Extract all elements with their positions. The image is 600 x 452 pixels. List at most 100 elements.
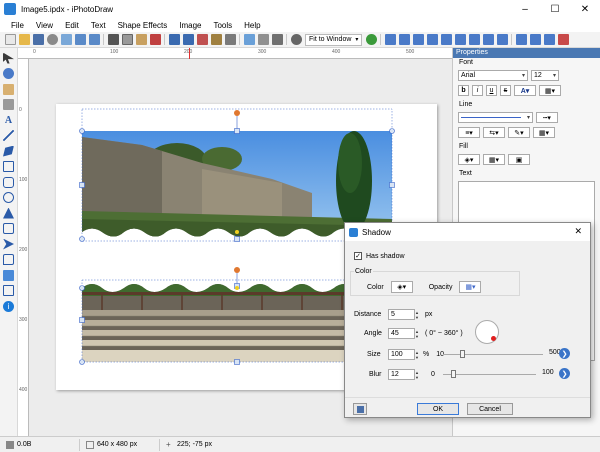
blur-slider-track[interactable] — [443, 374, 536, 375]
export-icon[interactable] — [60, 34, 72, 45]
paste-icon[interactable] — [135, 34, 147, 45]
menu-image[interactable]: Image — [173, 21, 207, 30]
zoom-tool-icon[interactable] — [3, 68, 14, 79]
save-icon[interactable] — [32, 34, 44, 45]
ellipse-tool-icon[interactable] — [3, 192, 14, 203]
delete-icon[interactable] — [149, 34, 161, 45]
arrow-tool-icon[interactable] — [3, 238, 14, 250]
eyedropper-icon[interactable] — [257, 34, 269, 45]
fill-icon[interactable] — [3, 99, 14, 110]
line-width-button[interactable]: ≡▾ — [458, 127, 480, 138]
underline-button[interactable]: u — [486, 85, 497, 96]
blur-input[interactable]: 12 ▲ ▼ — [388, 369, 419, 380]
cancel-button[interactable]: Cancel — [467, 403, 513, 415]
spin-arrows-icon[interactable]: ▲ ▼ — [415, 329, 420, 339]
info-icon[interactable]: i — [3, 300, 14, 312]
zoom-in-icon[interactable] — [365, 34, 377, 45]
hand-icon[interactable] — [3, 83, 14, 95]
line-tool-icon[interactable] — [3, 130, 14, 141]
blur-slider-thumb[interactable] — [451, 370, 457, 378]
triangle-tool-icon[interactable] — [3, 207, 14, 219]
align-top-icon[interactable] — [426, 34, 438, 45]
open-folder-icon[interactable] — [18, 34, 30, 45]
fill-pattern-button[interactable]: ▦▾ — [483, 154, 505, 165]
line-join-button[interactable]: ▦▾ — [533, 127, 555, 138]
group-icon[interactable] — [515, 34, 527, 45]
menu-text[interactable]: Text — [85, 21, 112, 30]
cut-icon[interactable] — [107, 34, 119, 45]
save-preset-button[interactable] — [353, 403, 367, 415]
maximize-button[interactable]: ☐ — [540, 0, 570, 18]
pointer-icon[interactable] — [3, 52, 14, 64]
menu-help[interactable]: Help — [238, 21, 266, 30]
bold-button[interactable]: b — [458, 85, 469, 96]
line-style-select[interactable]: ▾ — [458, 112, 533, 123]
size-input[interactable]: 100 ▲ ▼ — [388, 349, 419, 360]
menu-file[interactable]: File — [5, 21, 30, 30]
fill-image-button[interactable]: ▣ — [508, 154, 530, 165]
dialog-close-button[interactable]: ✕ — [574, 226, 582, 237]
align-middle-icon[interactable] — [440, 34, 452, 45]
size-apply-icon[interactable]: ❯ — [559, 348, 570, 359]
size-slider-track[interactable] — [443, 354, 543, 355]
align-left-icon[interactable] — [384, 34, 396, 45]
speech-bubble-icon[interactable] — [3, 254, 14, 265]
align-center-icon[interactable] — [398, 34, 410, 45]
ok-button[interactable]: OK — [417, 403, 459, 415]
zoom-select[interactable]: Fit to Window ▾ — [305, 33, 363, 46]
font-color-button[interactable]: A▾ — [514, 85, 536, 96]
menu-shape-effects[interactable]: Shape Effects — [112, 21, 174, 30]
shadow-opacity-button[interactable]: ▦▾ — [459, 281, 482, 293]
size-slider-thumb[interactable] — [460, 350, 465, 358]
rounded-rect-tool-icon[interactable] — [3, 176, 14, 188]
spin-arrows-icon[interactable]: ▲ ▼ — [415, 310, 420, 320]
spin-arrows-icon[interactable]: ▲ ▼ — [415, 350, 420, 360]
copy-icon[interactable] — [121, 34, 133, 45]
arrow-style-button[interactable]: ⇆▾ — [483, 127, 505, 138]
menu-tools[interactable]: Tools — [207, 21, 238, 30]
text-style-icon[interactable] — [271, 34, 283, 45]
line-color-button[interactable]: ✎▾ — [508, 127, 530, 138]
distance-input[interactable]: 5 ▲ ▼ — [388, 309, 419, 320]
text-tool-icon[interactable]: A — [3, 115, 14, 126]
send-back-icon[interactable] — [496, 34, 508, 45]
text-align-button[interactable]: ▦▾ — [539, 85, 561, 96]
envelope-icon[interactable] — [3, 285, 14, 296]
distribute-icon[interactable] — [468, 34, 480, 45]
blur-apply-icon[interactable]: ❯ — [559, 368, 570, 379]
adjust-icon[interactable] — [224, 34, 236, 45]
align-right-icon[interactable] — [412, 34, 424, 45]
has-shadow-checkbox[interactable]: ✓ — [354, 252, 362, 260]
lock-icon[interactable] — [543, 34, 555, 45]
rectangle-tool-icon[interactable] — [3, 161, 14, 172]
angle-dial[interactable] — [475, 320, 499, 344]
undo-icon[interactable] — [74, 34, 86, 45]
line-dash-button[interactable]: ┅▾ — [536, 112, 558, 123]
menu-edit[interactable]: Edit — [59, 21, 85, 30]
remove-icon[interactable] — [557, 34, 569, 45]
close-button[interactable]: ✕ — [570, 0, 600, 18]
polygon-tool-icon[interactable] — [3, 145, 14, 157]
brush-icon[interactable] — [210, 34, 222, 45]
zoom-icon[interactable] — [290, 34, 302, 45]
crop-icon[interactable] — [196, 34, 208, 45]
strikethrough-button[interactable]: s — [500, 85, 511, 96]
callout-tool-icon[interactable] — [3, 223, 14, 234]
new-file-icon[interactable] — [4, 34, 16, 45]
redo-icon[interactable] — [88, 34, 100, 45]
edit-icon[interactable] — [243, 34, 255, 45]
web-icon[interactable] — [46, 34, 58, 45]
align-bottom-icon[interactable] — [454, 34, 466, 45]
fill-color-button[interactable]: ◈▾ — [458, 154, 480, 165]
italic-button[interactable]: i — [472, 85, 483, 96]
shadow-color-button[interactable]: ◈▾ — [390, 281, 413, 293]
rotate-left-icon[interactable] — [168, 34, 180, 45]
font-family-select[interactable]: Arial ▾ — [458, 70, 528, 81]
ungroup-icon[interactable] — [529, 34, 541, 45]
font-size-select[interactable]: 12 ▾ — [531, 70, 559, 81]
angle-input[interactable]: 45 ▲ ▼ — [388, 328, 419, 339]
spin-arrows-icon[interactable]: ▲ ▼ — [415, 370, 420, 380]
image-tool-icon[interactable] — [3, 269, 14, 281]
bring-front-icon[interactable] — [482, 34, 494, 45]
minimize-button[interactable]: – — [510, 0, 540, 18]
